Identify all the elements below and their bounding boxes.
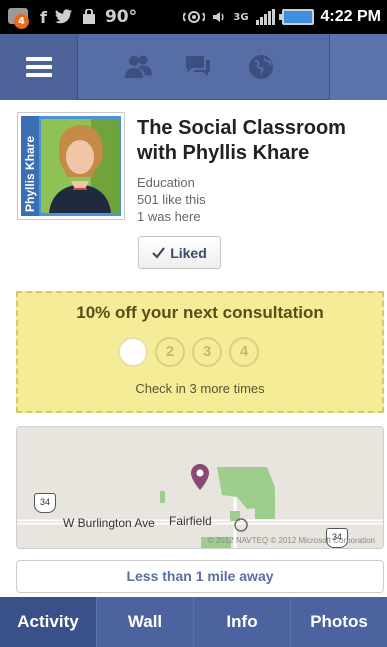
network-type: 3G [233, 11, 249, 23]
twitter-icon [54, 9, 72, 24]
status-bar: 4 f 90° 3G 4:22 PM [0, 0, 387, 34]
facebook-icon: f [40, 7, 47, 27]
liked-label: Liked [170, 244, 207, 261]
status-left-icons: 4 f 90° [6, 6, 138, 29]
checkin-step-1 [118, 337, 148, 367]
bottom-tab-bar: Activity Wall Info Photos [0, 597, 387, 647]
portrait-drawing [41, 119, 119, 213]
store-icon [82, 9, 95, 24]
checkin-step-4: 4 [229, 337, 259, 367]
temperature: 90° [104, 7, 138, 27]
profile-photo: Phyllis Khare [21, 116, 121, 216]
checkmark-icon [152, 246, 166, 259]
menu-icon [25, 57, 52, 77]
map-copyright: © 2012 NAVTEQ © 2012 Microsoft Corporati… [207, 536, 375, 545]
distance-button[interactable]: Less than 1 mile away [16, 560, 384, 593]
location-map[interactable]: 34 34 W Burlington Ave Fairfield © 2012 … [16, 426, 384, 549]
portrait-image [41, 119, 119, 213]
checkin-step-2: 2 [155, 337, 185, 367]
page-checkins[interactable]: 1 was here [137, 208, 206, 225]
offer-subtitle: Check in 3 more times [135, 381, 265, 396]
offer-title: 10% off your next consultation [76, 303, 324, 322]
volume-icon [213, 12, 224, 22]
tab-wall[interactable]: Wall [96, 597, 193, 647]
app-header [0, 34, 387, 100]
map-road-label: W Burlington Ave [63, 516, 155, 530]
header-right-panel [329, 34, 387, 100]
route-shield-left: 34 [34, 493, 56, 513]
signal-icon [255, 9, 275, 25]
page-title: The Social Classroom with Phyllis Khare [137, 117, 346, 164]
page-likes[interactable]: 501 like this [137, 191, 206, 208]
status-right-icons: 3G 4:22 PM [183, 8, 381, 26]
menu-button[interactable] [0, 34, 78, 100]
tab-info[interactable]: Info [193, 597, 290, 647]
profile-picture[interactable]: Phyllis Khare [17, 112, 125, 220]
clock: 4:22 PM [320, 8, 381, 25]
liked-button[interactable]: Liked [138, 236, 221, 269]
location-pin-icon [191, 464, 209, 490]
globe-icon[interactable] [247, 54, 275, 80]
checkin-progress: 2 3 4 [118, 337, 259, 367]
messages-icon[interactable] [184, 54, 212, 80]
notification-icon: 4 [6, 6, 32, 29]
checkin-step-3: 3 [192, 337, 222, 367]
page-category: Education [137, 175, 195, 190]
map-town-label: Fairfield [169, 514, 212, 528]
tab-activity[interactable]: Activity [0, 597, 96, 647]
profile-picture-text: Phyllis Khare [23, 135, 37, 212]
notification-count: 4 [14, 14, 29, 29]
friends-icon[interactable] [124, 54, 152, 80]
offer-card[interactable]: 10% off your next consultation 2 3 4 Che… [16, 291, 384, 413]
page-meta: Education 501 like this 1 was here [137, 174, 206, 225]
tab-photos[interactable]: Photos [290, 597, 387, 647]
battery-icon [278, 9, 314, 25]
vibrate-icon [183, 11, 206, 23]
